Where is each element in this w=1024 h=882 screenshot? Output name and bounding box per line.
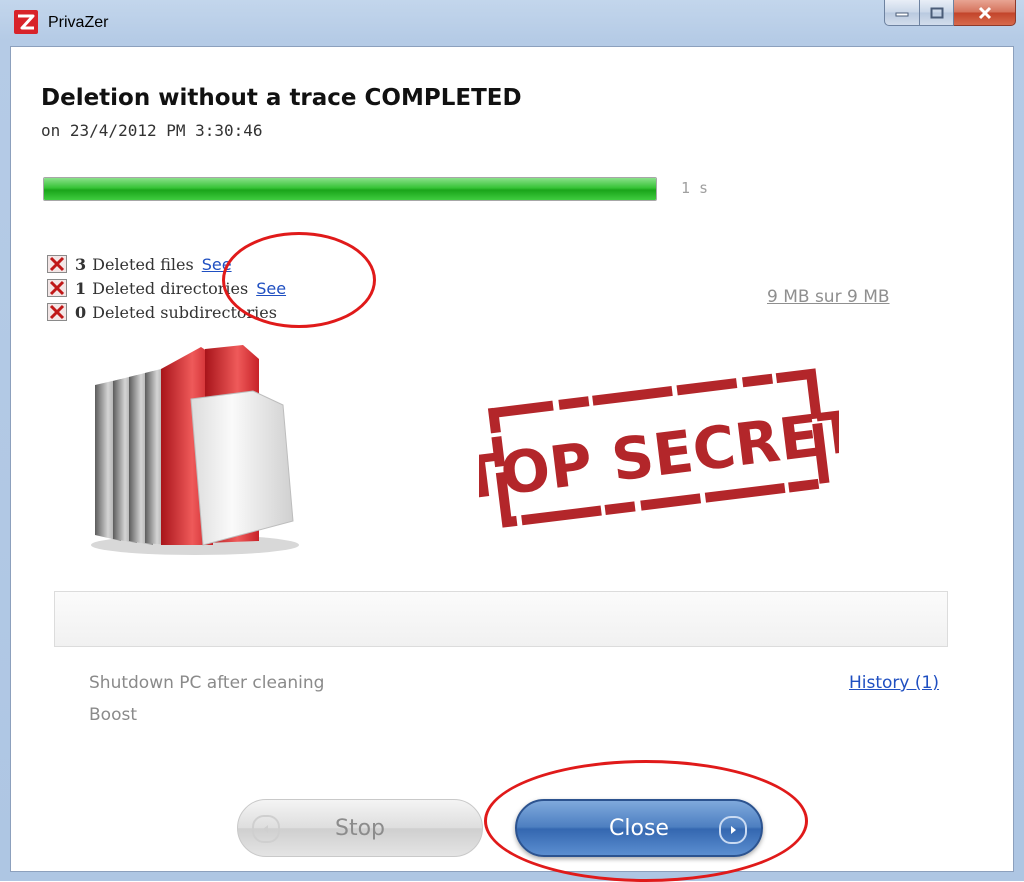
top-secret-stamp: TOP SECRET (479, 368, 839, 528)
privazer-logo-icon (14, 10, 38, 34)
close-label: Close (609, 815, 669, 841)
window-controls (884, 0, 1016, 28)
completion-timestamp: on 23/4/2012 PM 3:30:46 (41, 121, 263, 140)
main-panel: Deletion without a trace COMPLETED on 23… (10, 46, 1014, 872)
close-icon (978, 6, 991, 19)
stop-button[interactable]: Stop (237, 799, 483, 857)
maximize-button[interactable] (920, 0, 954, 26)
deletion-stats: 3 Deleted files See 1 Deleted directorie… (47, 252, 286, 324)
stat-deleted-files: 3 Deleted files See (47, 252, 286, 276)
window-close-button[interactable] (954, 0, 1016, 26)
stat-deleted-directories: 1 Deleted directories See (47, 276, 286, 300)
forward-arrow-icon (719, 816, 747, 844)
deleted-x-icon (47, 279, 67, 297)
boost-option[interactable]: Boost (89, 705, 137, 725)
stat-count: 3 (75, 254, 87, 274)
progress-bar (43, 177, 657, 201)
close-button[interactable]: Close (515, 799, 763, 857)
stat-label: Deleted files (92, 254, 194, 274)
back-arrow-icon (252, 815, 280, 843)
cleaned-size-link[interactable]: 9 MB sur 9 MB (767, 287, 890, 307)
see-files-link[interactable]: See (202, 255, 232, 274)
title-bar[interactable]: PrivaZer (0, 0, 1024, 46)
page-title: Deletion without a trace COMPLETED (41, 85, 522, 111)
stop-label: Stop (334, 815, 385, 841)
see-directories-link[interactable]: See (256, 279, 286, 298)
deleted-x-icon (47, 303, 67, 321)
history-link[interactable]: History (1) (849, 673, 939, 693)
shutdown-option[interactable]: Shutdown PC after cleaning (89, 673, 324, 693)
folders-icon (91, 345, 299, 555)
stat-count: 0 (75, 302, 87, 322)
elapsed-time: 1 s (681, 179, 709, 197)
stat-count: 1 (75, 278, 87, 298)
maximize-icon (930, 7, 943, 18)
window-title: PrivaZer (48, 14, 109, 31)
stamp-text: TOP SECRET (479, 397, 839, 513)
minimize-icon (895, 12, 909, 16)
deleted-x-icon (47, 255, 67, 273)
privazer-window: PrivaZer Deletion without a trace COMPLE… (0, 0, 1024, 882)
stat-label: Deleted directories (92, 278, 249, 298)
stat-label: Deleted subdirectories (92, 302, 277, 322)
stat-deleted-subdirectories: 0 Deleted subdirectories (47, 300, 286, 324)
log-box (54, 591, 948, 647)
minimize-button[interactable] (884, 0, 920, 26)
progress-fill (44, 178, 656, 200)
